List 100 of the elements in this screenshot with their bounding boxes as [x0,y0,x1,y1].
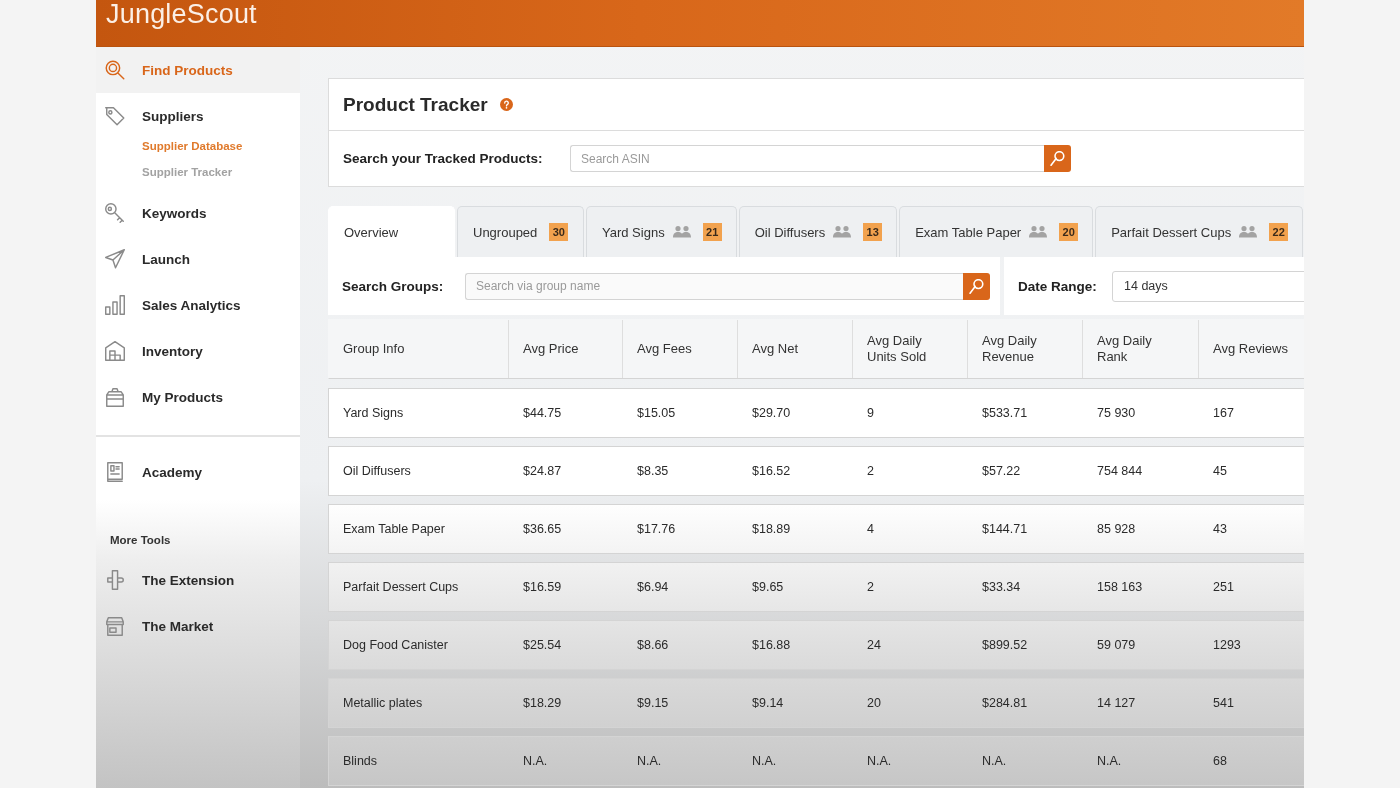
table-cell: $284.81 [982,696,1028,710]
sidebar-item[interactable]: My Products [96,374,300,420]
table-cell: 2 [867,464,874,478]
logo[interactable]: JungleScout [106,0,257,28]
table-cell: $15.05 [637,406,676,420]
sidebar-item[interactable]: The Extension [96,557,300,603]
table-cell: $25.54 [523,638,562,652]
warehouse-icon [105,341,125,361]
sidebar-item[interactable]: Inventory [96,328,300,374]
tab[interactable]: Ungrouped 30 [457,206,584,257]
tab[interactable]: Exam Table Paper 20 [899,206,1094,257]
sidebar-item[interactable]: Sales Analytics [96,282,300,328]
table-cell: 4 [867,522,874,536]
tag-icon [105,106,125,126]
table-cell: $533.71 [982,406,1028,420]
table-cell: 59 079 [1097,638,1136,652]
table-cell: 167 [1213,406,1234,420]
table-cell: N.A. [867,754,892,768]
table-cell: Yard Signs [343,406,404,420]
table-cell: $16.59 [523,580,562,594]
column-header: Group Info [343,341,405,357]
date-range-select[interactable]: 14 days [1112,270,1304,302]
table-cell: $57.22 [982,464,1021,478]
table-cell: $9.14 [752,696,784,710]
table-cell: 24 [867,638,881,652]
column-header: Avg Daily Rank [1097,333,1153,365]
table-cell: $9.65 [752,580,784,594]
table-cell: $16.88 [752,638,791,652]
table-cell: 754 844 [1097,464,1143,478]
table-cell: 541 [1213,696,1234,710]
table-cell: $17.76 [637,522,676,536]
table-cell: 20 [867,696,881,710]
date-range-label: Date Range: [1018,278,1098,294]
storefront-icon [105,616,125,636]
column-header: Avg Daily Units Sold [867,333,928,365]
table-cell: 45 [1213,464,1227,478]
table-cell: N.A. [752,754,777,768]
tab[interactable]: Overview [328,206,455,257]
table-cell: N.A. [1097,754,1122,768]
table-cell: $6.94 [637,580,669,594]
tab[interactable]: Yard Signs 21 [586,206,737,257]
table-cell: $16.52 [752,464,791,478]
search-label: Search your Tracked Products: [343,151,544,166]
table-cell: N.A. [523,754,548,768]
table-cell: 85 928 [1097,522,1136,536]
table-cell: Parfait Dessert Cups [343,580,459,594]
sidebar-item[interactable]: Academy [96,449,300,495]
search-groups-label: Search Groups: [342,278,445,294]
table-cell: Blinds [343,754,378,768]
count-badge: 13 [863,223,883,241]
table-cell: 158 163 [1097,580,1143,594]
page-title: Product Tracker [343,93,488,116]
search-icon [969,278,984,294]
column-header: Avg Daily Revenue [982,333,1038,365]
table-cell: $24.87 [523,464,562,478]
table-cell: Dog Food Canister [343,638,448,652]
count-badge: 30 [549,223,569,241]
plug-icon [105,570,125,590]
table-cell: $33.34 [982,580,1021,594]
section-heading: More Tools [110,533,172,548]
table-cell: $44.75 [523,406,562,420]
asin-search-field[interactable]: Search ASIN [570,145,1044,172]
table-cell: $18.89 [752,522,791,536]
search-icon [1050,151,1065,166]
search-button[interactable] [963,272,990,300]
table-cell: 251 [1213,580,1234,594]
table-cell: $9.15 [637,696,669,710]
table-cell: 75 930 [1097,406,1136,420]
group-search-field[interactable]: Search via group name [465,272,963,300]
table-cell: 2 [867,580,874,594]
sidebar-item[interactable]: Keywords [96,190,300,236]
book-icon [105,462,125,482]
key-icon [105,203,125,223]
table-cell: $8.66 [637,638,669,652]
count-badge: 20 [1059,223,1079,241]
table-cell: $18.29 [523,696,562,710]
table-cell: $36.65 [523,522,562,536]
table-cell: 1293 [1213,638,1241,652]
count-badge: 21 [702,223,722,241]
table-cell: 43 [1213,522,1227,536]
table-cell: Oil Diffusers [343,464,411,478]
tab[interactable]: Parfait Dessert Cups 22 [1095,206,1304,257]
table-cell: 14 127 [1097,696,1136,710]
sidebar-item[interactable]: Launch [96,236,300,282]
table-cell: N.A. [982,754,1007,768]
help-icon[interactable] [499,98,513,111]
table-cell: Metallic plates [343,696,423,710]
table-cell: 9 [867,406,874,420]
table-cell: Exam Table Paper [343,522,445,536]
sidebar-item[interactable]: The Market [96,603,300,649]
table-cell: $29.70 [752,406,791,420]
column-header: Avg Price [523,341,579,357]
table-cell: 68 [1213,754,1227,768]
table-cell: $8.35 [637,464,669,478]
search-icon [105,60,125,80]
column-header: Avg Fees [637,341,692,357]
tab[interactable]: Oil Diffusers 13 [738,206,898,257]
search-button[interactable] [1044,145,1071,172]
column-header: Avg Reviews [1213,341,1288,357]
table-cell: $899.52 [982,638,1028,652]
